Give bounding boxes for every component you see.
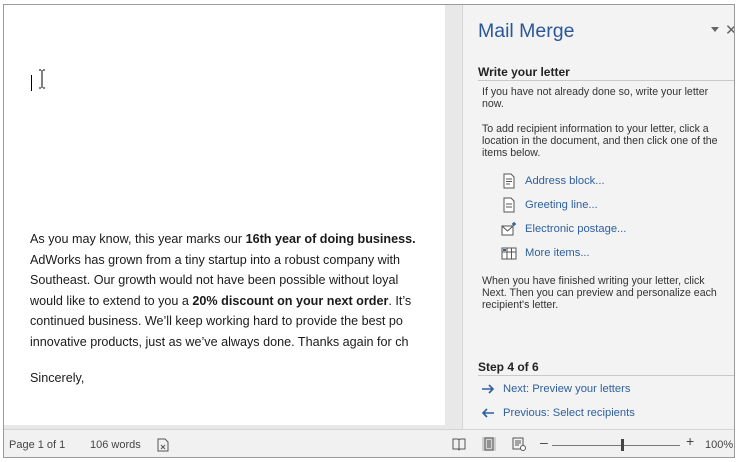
address-block-icon [503,173,515,189]
pane-options-dropdown-icon[interactable] [711,27,719,33]
text-run: Southeast. Our growth would not have bee… [30,273,399,287]
instructions-text: To add recipient information to your let… [482,123,718,159]
more-items-link[interactable]: More items... [501,245,590,261]
more-items-icon [501,247,517,260]
zoom-slider-thumb[interactable] [621,439,624,451]
document-page[interactable]: As you may know, this year marks our 16t… [4,5,445,425]
next-step-label: Next: Preview your letters [503,383,631,395]
step-divider [478,375,734,376]
finish-instructions-text: When you have finished writing your lett… [482,275,717,311]
page-count[interactable]: Page 1 of 1 [9,439,65,451]
letter-line[interactable]: AdWorks has grown from a tiny startup in… [30,250,445,271]
letter-closing[interactable]: Sincerely, [30,371,84,385]
zoom-level[interactable]: 100% [705,439,733,451]
zoom-in-button[interactable]: + [686,433,694,449]
arrow-left-icon [481,408,494,418]
text-run: innovative products, just as we’ve alway… [30,334,409,349]
read-mode-icon[interactable] [452,437,466,451]
address-block-link[interactable]: Address block... [501,173,605,189]
close-pane-icon[interactable]: ✕ [725,23,734,38]
previous-step-link[interactable]: Previous: Select recipients [481,406,635,420]
arrow-right-icon [482,384,495,394]
letter-line[interactable]: continued business. We’ll keep working h… [30,311,445,332]
address-block-label: Address block... [525,175,605,187]
text-run: continued business. We’ll keep working h… [30,314,403,328]
greeting-line-icon [503,197,515,213]
greeting-line-link[interactable]: Greeting line... [501,197,598,213]
bold-text-run: 16th year of doing business. [245,232,416,246]
web-layout-icon[interactable] [512,437,526,451]
word-window: As you may know, this year marks our 16t… [3,4,735,458]
letter-line[interactable]: As you may know, this year marks our 16t… [30,229,445,250]
electronic-postage-icon [501,222,516,236]
intro-text: If you have not already done so, write y… [482,86,709,110]
greeting-line-label: Greeting line... [525,199,598,211]
letter-line[interactable]: Southeast. Our growth would not have bee… [30,270,445,291]
zoom-slider-track[interactable] [552,445,680,446]
more-items-label: More items... [525,247,590,259]
text-run: AdWorks has grown from a tiny startup in… [30,252,401,267]
ibeam-cursor-icon [39,69,45,89]
bold-text-run: 20% discount on your next order [192,293,389,308]
previous-step-label: Previous: Select recipients [503,407,635,419]
word-count[interactable]: 106 words [90,439,141,451]
text-run: As you may know, this year marks our [30,232,246,246]
next-step-link[interactable]: Next: Preview your letters [481,382,630,396]
text-run: would like to extend to you a [30,293,193,308]
status-bar: Page 1 of 1 106 words – + 100% [4,429,734,457]
text-run: . It’s [388,293,412,308]
text-caret [31,75,32,91]
letter-body[interactable]: As you may know, this year marks our 16t… [30,229,445,352]
print-layout-icon[interactable] [482,437,496,451]
mail-merge-pane: Mail Merge ✕ Write your letter If you ha… [462,5,734,429]
zoom-out-button[interactable]: – [540,434,548,450]
step-indicator: Step 4 of 6 [478,360,539,374]
document-area: As you may know, this year marks our 16t… [4,5,462,429]
electronic-postage-label: Electronic postage... [525,223,627,235]
proofing-icon[interactable] [156,438,170,452]
section-divider [478,80,734,81]
pane-title: Mail Merge [478,20,575,42]
letter-line[interactable]: would like to extend to you a 20% discou… [30,291,445,312]
section-heading-write-letter: Write your letter [478,65,570,79]
letter-line[interactable]: innovative products, just as we’ve alway… [30,332,445,353]
electronic-postage-link[interactable]: Electronic postage... [501,221,626,237]
